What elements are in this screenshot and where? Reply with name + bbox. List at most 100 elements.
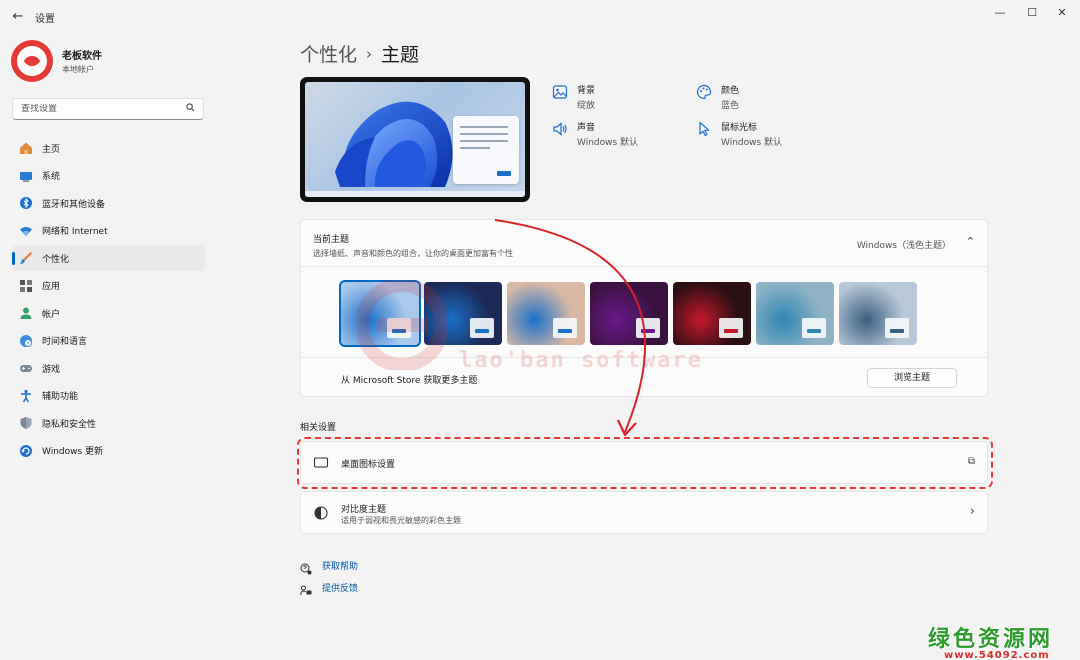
chevron-up-icon[interactable]: ⌃ xyxy=(966,235,975,248)
link-label: 提供反馈 xyxy=(322,584,359,594)
contrast-themes-row[interactable]: 对比度主题 适用于弱视和畏光敏感的彩色主题 › xyxy=(300,491,988,534)
thumbnail-window xyxy=(553,318,577,338)
get-help-link[interactable]: 获取帮助 xyxy=(300,559,358,574)
sidebar-nav: 主页 系统 蓝牙和其他设备 网络和 Internet 个性化 应用 帐户 时间和… xyxy=(12,135,205,465)
profile-account-type: 本地帐户 xyxy=(62,65,94,74)
theme-thumbnail-windows-dark[interactable] xyxy=(424,282,502,345)
sidebar-item-accounts[interactable]: 帐户 xyxy=(12,300,205,326)
thumbnail-window xyxy=(885,318,909,338)
quick-setting-value: Windows 默认 xyxy=(577,138,639,148)
sidebar-item-label: 系统 xyxy=(42,172,61,182)
quick-setting-label: 背景 xyxy=(577,86,596,96)
search-input[interactable] xyxy=(21,104,186,114)
quick-setting-sound[interactable]: 声音 Windows 默认 xyxy=(552,120,638,148)
minimize-button[interactable]: — xyxy=(986,3,1014,23)
preview-taskbar xyxy=(305,191,525,197)
thumbnail-accent xyxy=(558,329,572,333)
thumbnail-accent xyxy=(890,329,904,333)
thumbnail-window xyxy=(636,318,660,338)
theme-store-row: 从 Microsoft Store 获取更多主题 浏览主题 xyxy=(301,357,987,397)
sidebar-item-system[interactable]: 系统 xyxy=(12,163,205,189)
sidebar-item-apps[interactable]: 应用 xyxy=(12,273,205,299)
page-title: 主题 xyxy=(381,44,420,66)
external-link-icon: ⧉ xyxy=(967,456,975,467)
thumbnail-window xyxy=(470,318,494,338)
row-label: 对比度主题 xyxy=(341,505,387,515)
sidebar-item-accessibility[interactable]: 辅助功能 xyxy=(12,383,205,409)
theme-thumbnail-windows-light[interactable] xyxy=(339,280,421,347)
sidebar-item-label: 帐户 xyxy=(42,309,61,320)
sidebar-item-privacy[interactable]: 隐私和安全性 xyxy=(12,410,205,436)
quick-setting-color[interactable]: 颜色 蓝色 xyxy=(696,83,739,111)
current-theme-name: Windows（浅色主题） xyxy=(856,241,951,251)
preview-window xyxy=(453,116,519,184)
sidebar-item-label: Windows 更新 xyxy=(42,447,104,457)
close-button[interactable]: ✕ xyxy=(1048,3,1076,23)
theme-thumbnail-sunrise[interactable] xyxy=(756,282,834,345)
give-feedback-link[interactable]: 提供反馈 xyxy=(300,581,359,595)
search-icon[interactable] xyxy=(186,103,195,115)
profile-name: 老板软件 xyxy=(62,51,102,62)
preview-screen xyxy=(305,82,525,197)
maximize-button[interactable]: ☐ xyxy=(1018,3,1046,23)
sidebar-item-time-language[interactable]: 时间和语言 xyxy=(12,328,205,354)
thumbnail-accent xyxy=(724,329,738,333)
sidebar-item-label: 个性化 xyxy=(42,254,70,265)
related-settings-title: 相关设置 xyxy=(300,423,337,433)
speaker-icon xyxy=(552,121,570,139)
theme-thumbnail-glow[interactable] xyxy=(590,282,668,345)
sidebar-item-windows-update[interactable]: Windows 更新 xyxy=(12,438,205,464)
image-icon xyxy=(552,84,570,102)
quick-setting-label: 颜色 xyxy=(721,86,740,96)
desktop-icon xyxy=(313,455,329,471)
brand-main-text: 绿色资源网 xyxy=(928,627,1054,652)
sidebar-item-label: 网络和 Internet xyxy=(42,227,108,237)
thumbnail-window xyxy=(719,318,743,338)
gamepad-icon xyxy=(19,361,33,375)
sidebar-item-label: 蓝牙和其他设备 xyxy=(42,199,106,210)
thumbnail-window xyxy=(802,318,826,338)
quick-setting-cursor[interactable]: 鼠标光标 Windows 默认 xyxy=(696,120,782,148)
thumbnail-window xyxy=(387,318,411,338)
person-icon xyxy=(19,306,33,320)
sidebar-item-gaming[interactable]: 游戏 xyxy=(12,355,205,381)
theme-thumbnail-captured-motion[interactable] xyxy=(673,282,751,345)
profile[interactable]: 老板软件 本地帐户 xyxy=(11,40,102,82)
sidebar-item-bluetooth[interactable]: 蓝牙和其他设备 xyxy=(12,190,205,216)
sidebar-item-home[interactable]: 主页 xyxy=(12,135,205,161)
quick-setting-background[interactable]: 背景 绽放 xyxy=(552,83,595,111)
cursor-icon xyxy=(696,121,714,139)
back-button[interactable]: ← xyxy=(10,9,26,25)
sidebar-item-personalization[interactable]: 个性化 xyxy=(12,245,205,271)
sidebar-item-label: 隐私和安全性 xyxy=(42,419,97,430)
current-theme-card: 当前主题 选择墙纸、声音和颜色的组合，让你的桌面更加富有个性 Windows（浅… xyxy=(300,219,988,397)
chevron-right-icon: › xyxy=(969,504,975,519)
corner-brand-logo: 绿色资源网 www.54092.com xyxy=(928,621,1080,660)
browse-themes-button[interactable]: 浏览主题 xyxy=(867,368,957,388)
quick-setting-value: 绽放 xyxy=(577,101,596,111)
sidebar-item-label: 辅助功能 xyxy=(42,392,79,402)
brush-icon xyxy=(19,251,33,265)
avatar xyxy=(11,40,53,82)
thumbnail-accent xyxy=(392,329,406,333)
theme-preview xyxy=(300,77,530,202)
sidebar-item-network[interactable]: 网络和 Internet xyxy=(12,218,205,244)
title-bar: ← 设置 — ☐ ✕ xyxy=(0,0,1080,34)
quick-setting-label: 鼠标光标 xyxy=(721,123,758,133)
current-theme-header[interactable]: 当前主题 选择墙纸、声音和颜色的组合，让你的桌面更加富有个性 Windows（浅… xyxy=(301,220,987,267)
thumbnail-accent xyxy=(475,329,489,333)
sidebar-item-label: 主页 xyxy=(42,144,61,155)
quick-setting-value: Windows 默认 xyxy=(721,138,783,148)
app-title: 设置 xyxy=(35,14,55,25)
accessibility-icon xyxy=(19,389,33,403)
breadcrumb-parent[interactable]: 个性化 xyxy=(300,40,357,67)
feedback-icon xyxy=(300,582,312,595)
search-box xyxy=(12,98,204,120)
contrast-icon xyxy=(313,505,329,521)
desktop-icon-settings-row[interactable]: 桌面图标设置 ⧉ xyxy=(300,441,988,484)
globe-clock-icon xyxy=(19,334,33,348)
theme-thumbnail-spotlight[interactable] xyxy=(507,282,585,345)
theme-thumbnail-flow[interactable] xyxy=(839,282,917,345)
apps-icon xyxy=(19,279,33,293)
quick-setting-value: 蓝色 xyxy=(721,101,740,111)
